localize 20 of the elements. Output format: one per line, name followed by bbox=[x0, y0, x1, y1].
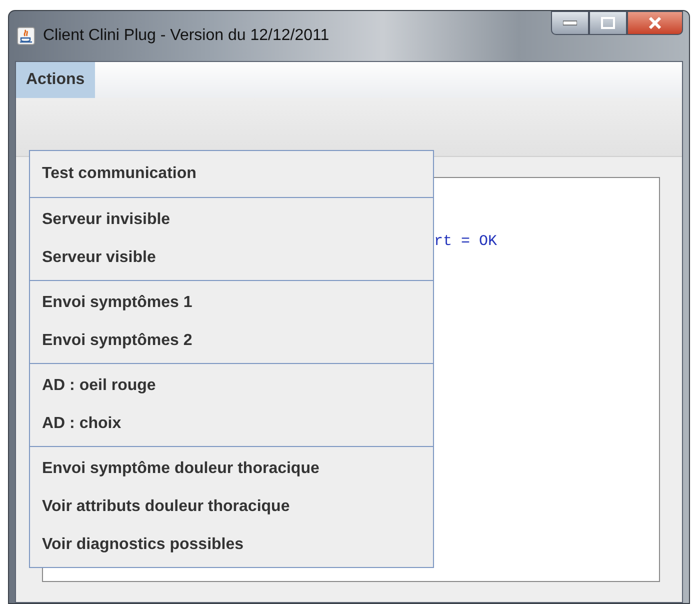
menu-item[interactable]: Voir attributs douleur thoracique bbox=[30, 488, 433, 526]
menu-item[interactable]: Test communication bbox=[30, 151, 433, 197]
menu-item[interactable]: Envoi symptômes 2 bbox=[30, 322, 433, 360]
menu-item[interactable]: Envoi symptômes 1 bbox=[30, 284, 433, 322]
close-icon bbox=[648, 17, 662, 29]
close-button[interactable] bbox=[627, 11, 683, 35]
menu-item[interactable]: Actions bbox=[16, 62, 95, 98]
menu-item[interactable]: Voir diagnostics possibles bbox=[30, 526, 433, 564]
window-title: Client Clini Plug - Version du 12/12/2011 bbox=[43, 27, 330, 45]
minimize-button[interactable] bbox=[551, 11, 589, 35]
menu-item[interactable]: AD : choix bbox=[30, 405, 433, 443]
menu-item[interactable]: Serveur visible bbox=[30, 239, 433, 277]
minimize-icon bbox=[563, 20, 577, 26]
menu-item[interactable]: Envoi symptôme douleur thoracique bbox=[30, 450, 433, 488]
java-icon bbox=[17, 27, 35, 45]
output-text: rt = OK bbox=[434, 233, 498, 250]
maximize-icon bbox=[601, 17, 615, 29]
menu-item[interactable]: Serveur invisible bbox=[30, 201, 433, 239]
menu-item[interactable]: AD : oeil rouge bbox=[30, 367, 433, 405]
maximize-button[interactable] bbox=[589, 11, 627, 35]
